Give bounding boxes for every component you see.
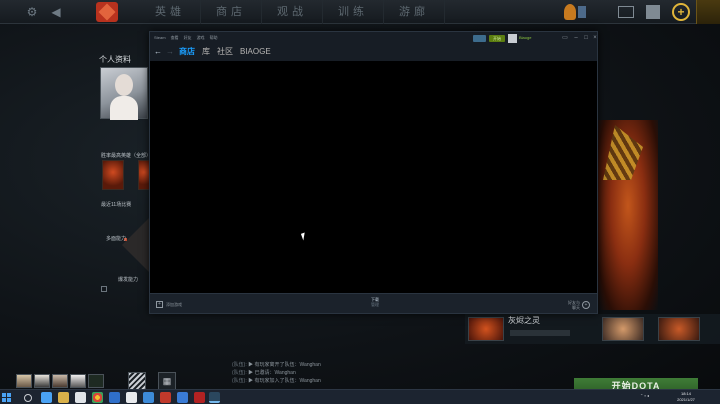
settings-gear-icon[interactable]: ⚙: [24, 4, 40, 20]
desktop: ⚙ ◀ 英雄 商店 观战 训练 游廊 + 个人资料 胜率最高英雄（全部） 最近1…: [0, 0, 720, 404]
maximize-icon[interactable]: □: [582, 34, 590, 42]
profile-checkbox[interactable]: [101, 286, 107, 292]
radar-label-burst: 爆发能力: [118, 277, 139, 283]
dota-logo-icon[interactable]: [96, 2, 118, 22]
downloads-sub-label: 管理: [371, 302, 379, 307]
menu-view[interactable]: 查看: [171, 34, 179, 42]
tab-store[interactable]: 商店: [179, 46, 195, 58]
app-icon[interactable]: [143, 392, 154, 403]
windows-taskbar: ⌃ ▪ ◂ 18:14 2021/1/27: [0, 389, 720, 404]
dota-main-nav: 英雄 商店 观战 训练 游廊: [140, 0, 445, 24]
notification-icon[interactable]: [473, 35, 486, 42]
app-icon[interactable]: [126, 392, 137, 403]
top-hero-thumb-1[interactable]: [102, 160, 124, 190]
chrome-icon[interactable]: [92, 392, 103, 403]
window-mode-icon[interactable]: ▭: [561, 34, 569, 42]
tab-community[interactable]: 社区: [217, 46, 233, 58]
back-icon[interactable]: ←: [154, 47, 162, 57]
menu-games[interactable]: 游戏: [197, 34, 205, 42]
forward-icon[interactable]: →: [166, 47, 174, 57]
app-icon[interactable]: [160, 392, 171, 403]
top-heroes-header: 胜率最高英雄（全部）: [101, 153, 152, 159]
steam-nav-bar: ← → 商店 库 社区 BIAOGE: [150, 44, 597, 61]
featured-hero-name: 灰烬之灵: [508, 316, 540, 325]
app-icon[interactable]: [177, 392, 188, 403]
party-member-avatar[interactable]: [16, 374, 32, 388]
steam-username[interactable]: Biaoge: [519, 34, 531, 42]
chat-channels-icon[interactable]: ▦: [158, 372, 176, 390]
tab-user-profile[interactable]: BIAOGE: [240, 46, 271, 58]
chat-line: (队伍): ▶ 已邀请：Wanghan: [232, 370, 296, 376]
party-member-avatar[interactable]: [70, 374, 86, 388]
tray-icons[interactable]: ⌃ ▪ ◂: [640, 393, 649, 398]
hero-card-ember-spirit[interactable]: [468, 317, 504, 341]
nav-arcade[interactable]: 游廊: [384, 0, 445, 24]
edge-icon[interactable]: [41, 392, 52, 403]
dota-taskbar-icon[interactable]: [194, 392, 205, 403]
chat-line: (队伍): ▶ 有玩家加入了队伍：Wanghan: [232, 378, 321, 384]
party-member-avatar[interactable]: [52, 374, 68, 388]
mouse-cursor: [300, 232, 308, 241]
app-icon[interactable]: [75, 392, 86, 403]
party-member-avatar[interactable]: [34, 374, 50, 388]
party-options-button[interactable]: [128, 372, 146, 390]
add-game-icon[interactable]: +: [156, 301, 163, 308]
plus-icon[interactable]: +: [672, 3, 690, 21]
nav-learn[interactable]: 训练: [323, 0, 384, 24]
chat-line: (队伍): ▶ 有玩家离开了队伍：Wanghan: [232, 362, 321, 368]
tab-library[interactable]: 库: [202, 46, 210, 58]
file-explorer-icon[interactable]: [58, 392, 69, 403]
nav-watch[interactable]: 观战: [262, 0, 323, 24]
party-chat-log: (队伍): ▶ 有玩家离开了队伍：Wanghan (队伍): ▶ 已邀请：Wan…: [232, 361, 321, 385]
profile-title: 个人资料: [99, 55, 131, 64]
menu-help[interactable]: 帮助: [210, 34, 218, 42]
add-game-button[interactable]: 添加游戏: [166, 301, 182, 308]
steam-user-avatar[interactable]: [508, 34, 517, 43]
steam-play-button[interactable]: 开始: [489, 35, 505, 42]
friends-add-icon[interactable]: +: [582, 301, 590, 309]
app-icon[interactable]: [109, 392, 120, 403]
system-clock[interactable]: 18:14 2021/1/27: [672, 391, 700, 403]
steam-overlay-window: Steam 查看 好友 游戏 帮助 开始 Biaoge ▭ – □ × ← → …: [149, 31, 598, 314]
steam-taskbar-icon[interactable]: [209, 392, 220, 403]
playstyle-radar-chart: [122, 215, 152, 275]
plus-badge-icon[interactable]: [578, 6, 586, 18]
menu-friends[interactable]: 好友: [184, 34, 192, 42]
downloads-button[interactable]: 下载 管理: [365, 297, 385, 307]
store-icon[interactable]: [646, 5, 660, 19]
party-members: [16, 374, 104, 388]
steam-menu-bar: Steam 查看 好友 游戏 帮助: [154, 34, 218, 42]
party-member-avatar[interactable]: [88, 374, 104, 388]
mail-icon[interactable]: [618, 6, 634, 18]
steam-title-bar: Steam 查看 好友 游戏 帮助 开始 Biaoge ▭ – □ ×: [150, 32, 597, 44]
hero-card-2[interactable]: [602, 317, 644, 341]
hero-card-3[interactable]: [658, 317, 700, 341]
battlepass-level-badge[interactable]: [696, 0, 720, 24]
recent-matches-header: 最近11场比赛: [101, 202, 132, 208]
back-arrow-icon[interactable]: ◀: [48, 4, 64, 20]
steam-bottom-bar: + 添加游戏 下载 管理 好友与聊天 +: [150, 293, 597, 313]
steam-store-content[interactable]: [150, 61, 597, 293]
clock-date: 2021/1/27: [677, 397, 695, 402]
nav-heroes[interactable]: 英雄: [140, 0, 201, 24]
menu-steam[interactable]: Steam: [154, 34, 166, 42]
profile-avatar[interactable]: [100, 67, 148, 120]
friends-chat-button[interactable]: 好友与聊天: [566, 300, 580, 310]
minimize-icon[interactable]: –: [572, 34, 580, 42]
dota-top-bar: ⚙ ◀ 英雄 商店 观战 训练 游廊 +: [0, 0, 720, 24]
close-icon[interactable]: ×: [591, 34, 599, 42]
search-icon[interactable]: [24, 394, 32, 402]
featured-hero-subtitle: [510, 330, 570, 336]
shards-currency-icon[interactable]: [564, 4, 576, 20]
windows-start-icon[interactable]: [2, 393, 11, 402]
radar-label-versatility: 多面能力: [106, 236, 127, 242]
nav-store[interactable]: 商店: [201, 0, 262, 24]
